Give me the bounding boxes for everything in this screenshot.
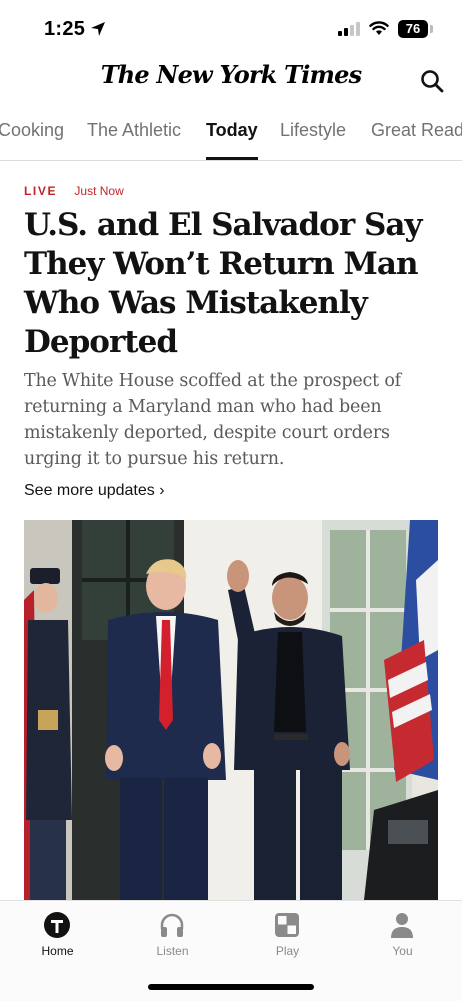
tab-cooking[interactable]: Cooking xyxy=(0,120,64,160)
wifi-icon xyxy=(369,21,389,35)
tab-listen-label: Listen xyxy=(156,944,189,958)
tab-great-read[interactable]: Great Read xyxy=(371,120,462,160)
timestamp: Just Now xyxy=(74,184,124,198)
article-kicker: LIVE Just Now xyxy=(24,184,124,198)
signal-icon xyxy=(338,22,360,36)
status-time: 1:25 xyxy=(44,18,86,40)
tab-today[interactable]: Today xyxy=(206,120,258,160)
see-more-updates-link[interactable]: See more updates › xyxy=(24,482,165,500)
tab-play-label: Play xyxy=(275,944,300,958)
headphones-icon xyxy=(160,913,184,937)
tab-you-label: You xyxy=(392,944,413,958)
nyt-t-icon xyxy=(44,912,70,938)
person-icon xyxy=(391,913,413,938)
location-arrow-icon xyxy=(91,22,105,36)
lead-photo[interactable] xyxy=(24,520,438,900)
live-label: LIVE xyxy=(24,184,58,198)
nyt-logo[interactable]: The New York Times xyxy=(0,60,462,89)
tab-lifestyle[interactable]: Lifestyle xyxy=(280,120,346,160)
tab-home[interactable]: Home xyxy=(0,901,115,965)
article-summary[interactable]: The White House scoffed at the prospect … xyxy=(24,368,444,472)
article-headline[interactable]: U.S. and El Salvador Say They Won’t Retu… xyxy=(24,206,444,362)
games-grid-icon xyxy=(275,913,299,937)
tab-you[interactable]: You xyxy=(345,901,460,965)
masthead: The New York Times xyxy=(0,58,462,102)
section-tabs: Cooking The Athletic Today Lifestyle Gre… xyxy=(0,110,462,161)
tab-listen[interactable]: Listen xyxy=(115,901,230,965)
tab-home-label: Home xyxy=(41,944,74,958)
status-bar: 1:25 76 xyxy=(0,0,462,58)
tab-play[interactable]: Play xyxy=(230,901,345,965)
home-indicator xyxy=(148,984,314,990)
tab-the-athletic[interactable]: The Athletic xyxy=(87,120,181,160)
battery-level: 76 xyxy=(398,20,428,38)
search-icon[interactable] xyxy=(419,68,445,94)
